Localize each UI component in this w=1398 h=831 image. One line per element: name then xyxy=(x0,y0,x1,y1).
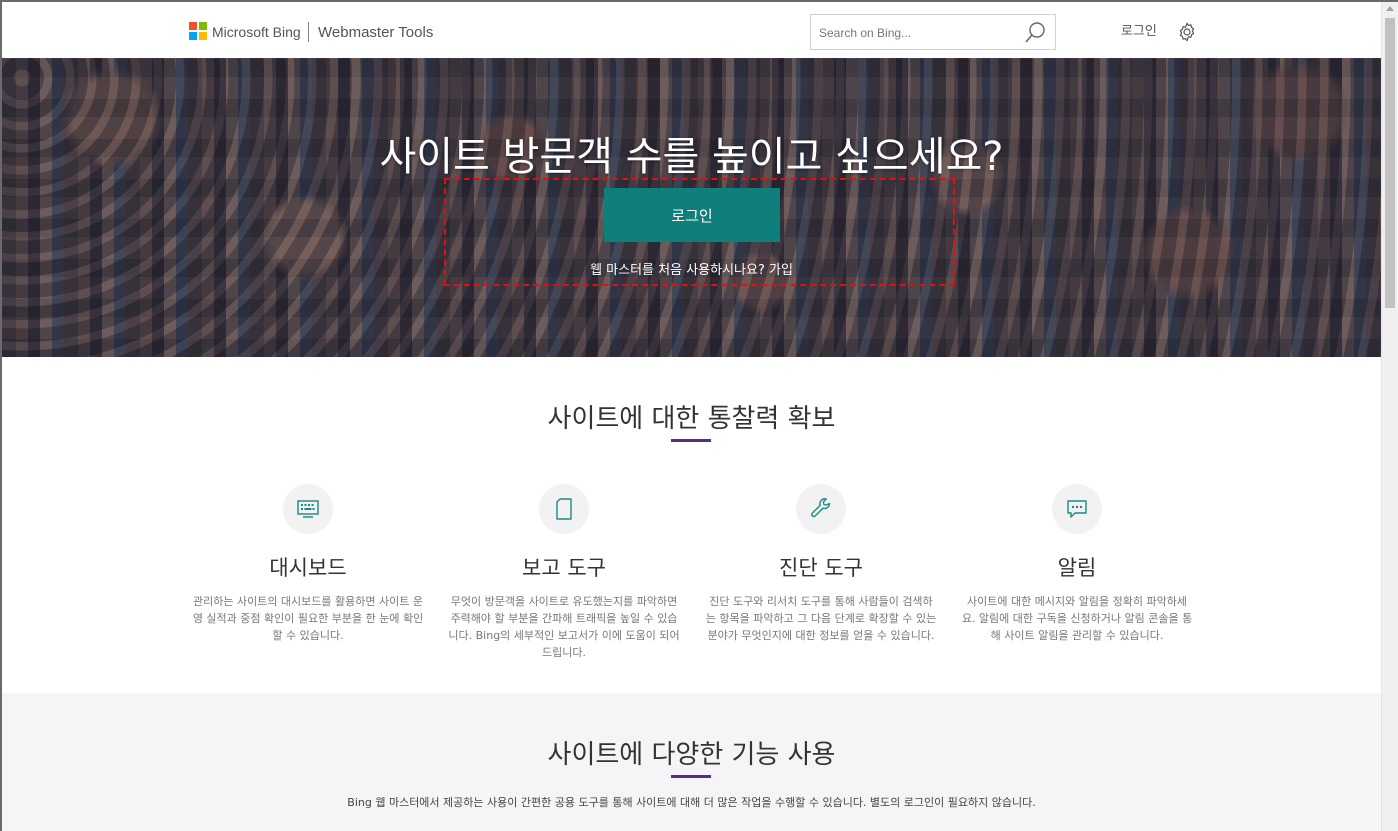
scroll-up-arrow-icon[interactable] xyxy=(1386,6,1394,11)
feature-title: 대시보드 xyxy=(269,556,347,580)
feature-title: 보고 도구 xyxy=(522,556,606,580)
features-section-title: 사이트에 다양한 기능 사용 xyxy=(547,740,836,770)
gear-icon[interactable] xyxy=(1176,21,1198,43)
hero-login-button[interactable]: 로그인 xyxy=(604,188,780,242)
hero-banner: 사이트 방문객 수를 높이고 싶으세요? 로그인 웹 마스터를 처음 사용하시나… xyxy=(2,58,1381,357)
feature-description: 진단 도구와 리서치 도구를 통해 사람들이 검색하는 항목을 파악하고 그 다… xyxy=(705,595,937,642)
feature-diagnostic-tools: 진단 도구 진단 도구와 리서치 도구를 통해 사람들이 검색하는 항목을 파악… xyxy=(705,484,937,644)
feature-description: 사이트에 대한 메시지와 알림을 정확히 파악하세요. 알림에 대한 구독을 신… xyxy=(961,595,1193,642)
feature-title: 알림 xyxy=(1057,556,1097,580)
feature-description: 무엇이 방문객을 사이트로 유도했는지를 파악하면 주력해야 할 부분을 간파해… xyxy=(448,595,680,659)
search-icon[interactable] xyxy=(1023,21,1047,45)
insights-title-underline xyxy=(671,439,711,442)
brand-divider xyxy=(308,22,309,42)
signup-link[interactable]: 가입 xyxy=(769,263,793,278)
signup-question: 웹 마스터를 처음 사용하시나요? xyxy=(590,263,765,278)
feature-list: 대시보드 관리하는 사이트의 대시보드를 활용하면 사이트 운영 실적과 중점 … xyxy=(2,484,1381,684)
feature-dashboard: 대시보드 관리하는 사이트의 대시보드를 활용하면 사이트 운영 실적과 중점 … xyxy=(192,484,424,644)
insights-title: 사이트에 대한 통찰력 확보 xyxy=(547,404,836,434)
document-icon xyxy=(556,498,572,520)
search-input[interactable] xyxy=(819,23,1019,43)
product-name[interactable]: Webmaster Tools xyxy=(318,24,433,41)
brand-name[interactable]: Microsoft Bing xyxy=(212,24,301,40)
features-title-underline xyxy=(671,775,711,778)
search-box xyxy=(810,14,1056,50)
header-login-link[interactable]: 로그인 xyxy=(1121,20,1157,39)
feature-icon-circle xyxy=(539,484,589,534)
hero-title: 사이트 방문객 수를 높이고 싶으세요? xyxy=(379,134,1004,180)
feature-title: 진단 도구 xyxy=(779,556,863,580)
top-header: Microsoft Bing Webmaster Tools 로그인 xyxy=(2,2,1381,58)
chat-bubble-icon xyxy=(1067,500,1087,518)
feature-description: 관리하는 사이트의 대시보드를 활용하면 사이트 운영 실적과 중점 확인이 필… xyxy=(192,595,424,642)
feature-icon-circle xyxy=(283,484,333,534)
feature-icon-circle xyxy=(1052,484,1102,534)
features-section-description: Bing 웹 마스터에서 제공하는 사용이 간편한 공용 도구를 통해 사이트에… xyxy=(347,796,1036,809)
page-scrollbar[interactable] xyxy=(1381,2,1398,831)
scroll-thumb[interactable] xyxy=(1385,18,1395,308)
feature-alerts: 알림 사이트에 대한 메시지와 알림을 정확히 파악하세요. 알림에 대한 구독… xyxy=(961,484,1193,644)
microsoft-logo-icon[interactable] xyxy=(189,22,207,40)
feature-icon-circle xyxy=(796,484,846,534)
signup-prompt: 웹 마스터를 처음 사용하시나요? 가입 xyxy=(2,259,1381,278)
keyboard-monitor-icon xyxy=(297,500,319,518)
wrench-icon xyxy=(811,498,831,518)
feature-reporting-tools: 보고 도구 무엇이 방문객을 사이트로 유도했는지를 파악하면 주력해야 할 부… xyxy=(448,484,680,661)
